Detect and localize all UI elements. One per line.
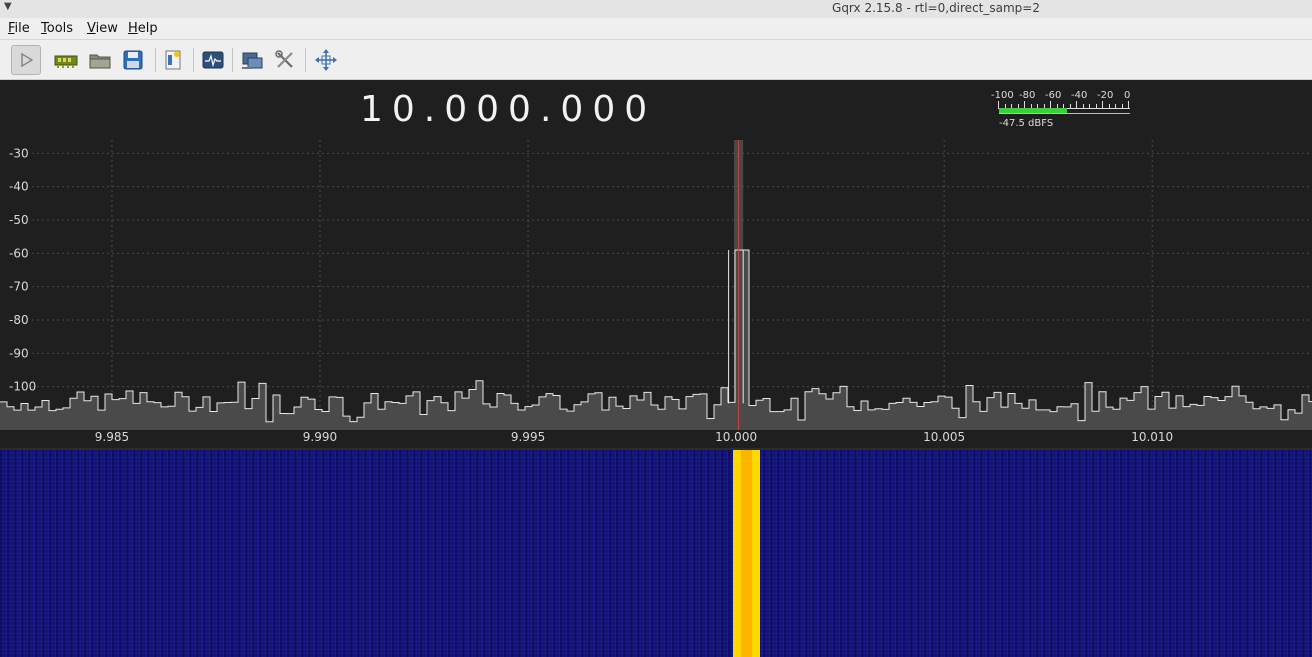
x-tick-label: 10.005 — [923, 430, 965, 444]
y-tick-label: -30 — [9, 146, 29, 160]
meter-tick — [998, 101, 999, 108]
dsp-scope-button[interactable] — [198, 45, 228, 75]
y-tick-label: -70 — [9, 280, 29, 294]
meter-tick — [1121, 104, 1123, 108]
menu-bar: File Tools View Help — [0, 18, 1312, 40]
meter-tick — [1128, 101, 1129, 108]
meter-scale: -100 -80 -60 -40 -20 0 — [990, 90, 1135, 102]
waterfall-display[interactable] — [0, 450, 1312, 657]
y-tick-label: -90 — [9, 346, 29, 360]
meter-tick — [1050, 101, 1051, 108]
meter-tick — [1089, 104, 1090, 108]
meter-tick — [1115, 104, 1116, 108]
spectrum-trace — [0, 249, 1312, 423]
meter-tick — [1102, 101, 1103, 108]
menu-tools[interactable]: Tools — [41, 21, 73, 36]
meter-track — [999, 113, 1130, 114]
menu-file[interactable]: File — [8, 21, 30, 36]
meter-tick — [1069, 104, 1071, 108]
open-file-button[interactable] — [85, 45, 115, 75]
x-tick-label: 9.985 — [95, 430, 129, 444]
x-tick-label: 9.995 — [511, 430, 545, 444]
io-devices-button[interactable] — [51, 45, 81, 75]
toolbar-separator — [193, 48, 194, 72]
meter-scale-label: -100 — [991, 90, 1014, 101]
meter-scale-label: 0 — [1124, 90, 1131, 101]
y-tick-label: -40 — [9, 180, 29, 194]
title-bar: ▼ Gqrx 2.15.8 - rtl=0,direct_samp=2 — [0, 0, 1312, 18]
bookmarks-button[interactable] — [158, 45, 188, 75]
fullscreen-button[interactable] — [311, 45, 341, 75]
y-tick-label: -80 — [9, 313, 29, 327]
play-icon — [21, 52, 34, 68]
toolbar-separator — [232, 48, 233, 72]
meter-scale-label: -40 — [1071, 90, 1088, 101]
spectrum-plot[interactable]: -30-40-50-60-70-80-90-100-1109.9859.9909… — [0, 140, 1312, 450]
toolbar — [0, 40, 1312, 80]
menu-help[interactable]: Help — [128, 21, 158, 36]
settings-tools-button[interactable] — [270, 45, 300, 75]
menu-view[interactable]: View — [87, 21, 118, 36]
x-tick-label: 10.000 — [715, 430, 757, 444]
tools-icon — [275, 50, 293, 68]
waterfall-carrier-core — [741, 450, 752, 657]
meter-level-text: -47.5 dBFS — [999, 118, 1054, 129]
gqrx-window: ▼ Gqrx 2.15.8 - rtl=0,direct_samp=2 File… — [0, 0, 1312, 657]
meter-tick — [1082, 104, 1084, 108]
meter-scale-label: -60 — [1045, 90, 1062, 101]
signal-level-meter: -100 -80 -60 -40 -20 0 -47.5 dBFS — [990, 88, 1135, 134]
y-tick-label: -50 — [9, 213, 29, 227]
dsp-scope-icon — [202, 51, 224, 69]
meter-scale-label: -80 — [1019, 90, 1036, 101]
open-folder-icon — [89, 54, 111, 69]
save-icon — [123, 50, 143, 70]
bookmark-icon — [165, 50, 181, 70]
meter-scale-label: -20 — [1097, 90, 1114, 101]
spectrum-fill — [0, 250, 1312, 430]
y-tick-label: -100 — [9, 380, 36, 394]
x-tick-label: 10.010 — [1131, 430, 1173, 444]
fullscreen-icon — [315, 49, 337, 71]
toolbar-separator — [155, 48, 156, 72]
window-title: Gqrx 2.15.8 - rtl=0,direct_samp=2 — [832, 1, 1040, 15]
toolbar-separator — [305, 48, 306, 72]
meter-tick — [1095, 104, 1097, 108]
fft-plotter[interactable]: -30-40-50-60-70-80-90-100-1109.9859.9909… — [0, 140, 1312, 450]
meter-tick — [1108, 104, 1110, 108]
io-devices-icon — [54, 55, 78, 68]
save-settings-button[interactable] — [118, 45, 148, 75]
meter-tick — [1076, 101, 1077, 108]
meter-tick — [1024, 101, 1025, 108]
x-tick-label: 9.990 — [303, 430, 337, 444]
remote-control-icon — [242, 52, 263, 69]
start-dsp-button[interactable] — [11, 45, 41, 75]
frequency-display[interactable]: 10.000.000 — [360, 89, 656, 130]
y-tick-label: -60 — [9, 246, 29, 260]
remote-control-button[interactable] — [237, 45, 267, 75]
